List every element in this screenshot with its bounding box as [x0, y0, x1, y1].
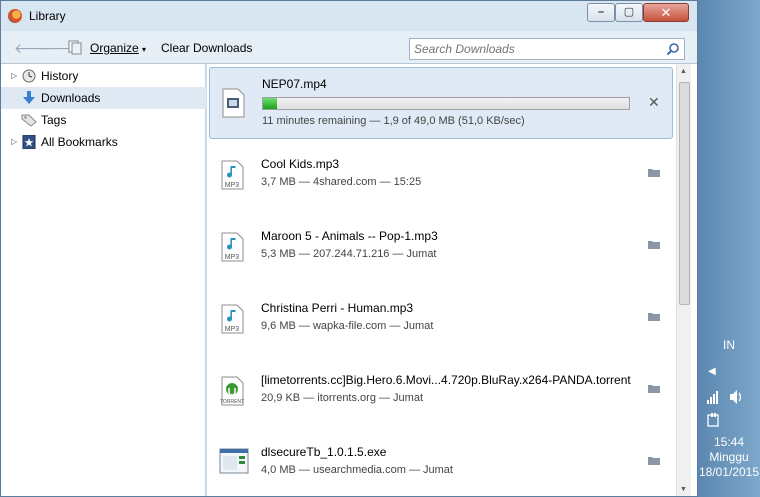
download-progress-fill [263, 98, 278, 109]
sidebar: ▷ History Downloads Tags ▷ All Bookmarks [1, 64, 206, 496]
clock-day: Minggu [709, 450, 749, 464]
sidebar-item-history[interactable]: ▷ History [1, 65, 206, 87]
expand-twisty-icon[interactable]: ▷ [11, 137, 17, 146]
exe-file-icon [219, 448, 249, 474]
svg-text:MP3: MP3 [225, 254, 240, 261]
open-folder-icon[interactable] [648, 168, 660, 177]
sidebar-item-all-bookmarks[interactable]: ▷ All Bookmarks [1, 131, 206, 153]
download-name: NEP07.mp4 [262, 77, 327, 91]
svg-text:TORRENT: TORRENT [220, 399, 244, 405]
library-window: Library – ▢ ✕ 🡐 🡒 Organize ▾ Clear Downl… [0, 0, 698, 497]
organize-icon [68, 40, 82, 55]
expand-twisty-icon[interactable]: ▷ [11, 71, 17, 80]
taskbar: IN ◀ 15:44 Minggu 18/01/2015 [698, 0, 760, 497]
maximize-button[interactable]: ▢ [615, 3, 643, 22]
organize-label: Organize [90, 41, 139, 55]
title-bar[interactable]: Library – ▢ ✕ [1, 1, 697, 31]
sidebar-item-downloads[interactable]: Downloads [1, 87, 206, 109]
open-folder-icon[interactable] [648, 240, 660, 249]
download-status: 4,0 MB — usearchmedia.com — Jumat [261, 464, 453, 476]
show-hidden-icons-icon[interactable]: ◀ [708, 366, 716, 377]
firefox-icon [8, 9, 22, 23]
network-volume-icons[interactable] [706, 388, 756, 406]
clear-downloads-button[interactable]: Clear Downloads [161, 41, 252, 55]
open-folder-icon[interactable] [648, 456, 660, 465]
download-name: Christina Perri - Human.mp3 [261, 301, 414, 315]
download-status: 3,7 MB — 4shared.com — 15:25 [261, 176, 422, 188]
toolbar: 🡐 🡒 Organize ▾ Clear Downloads [1, 31, 697, 64]
cancel-download-icon[interactable]: ✕ [648, 94, 660, 111]
organize-menu-button[interactable]: Organize ▾ [90, 41, 146, 55]
sidebar-item-label: Tags [41, 113, 67, 127]
download-item[interactable]: MP3 Cool Kids.mp3 3,7 MB — 4shared.com —… [209, 148, 673, 220]
minimize-icon: – [597, 6, 605, 18]
download-name: Cool Kids.mp3 [261, 157, 340, 171]
open-folder-icon[interactable] [648, 312, 660, 321]
download-progress-bar [262, 97, 630, 110]
downloads-list: NEP07.mp4 11 minutes remaining — 1,9 of … [207, 64, 697, 496]
bookmarks-star-icon [22, 135, 36, 149]
tag-icon [21, 114, 37, 127]
sidebar-item-label: Downloads [41, 91, 101, 105]
dropdown-arrow-icon: ▾ [142, 45, 147, 54]
download-arrow-icon [23, 91, 35, 104]
mp3-file-icon: MP3 [221, 304, 244, 334]
vertical-scrollbar[interactable]: ▲ ▼ [676, 64, 691, 496]
mp3-file-icon: MP3 [221, 232, 244, 262]
svg-text:MP3: MP3 [225, 326, 240, 333]
close-button[interactable]: ✕ [643, 3, 689, 22]
maximize-icon: ▢ [623, 6, 635, 18]
download-status: 9,6 MB — wapka-file.com — Jumat [261, 320, 434, 332]
clock-time: 15:44 [713, 435, 745, 449]
search-icon[interactable] [666, 42, 680, 56]
download-name: Maroon 5 - Animals -- Pop-1.mp3 [261, 229, 438, 243]
minimize-button[interactable]: – [587, 3, 615, 22]
scroll-down-icon[interactable]: ▼ [680, 486, 687, 493]
action-center-icon[interactable] [706, 412, 722, 428]
download-name: dlsecureTb_1.0.1.5.exe [261, 445, 387, 459]
video-file-icon [222, 88, 245, 118]
torrent-file-icon: TORRENT [220, 376, 244, 406]
mp3-file-icon: MP3 [221, 160, 244, 190]
clock-icon [22, 69, 36, 83]
download-item[interactable]: NEP07.mp4 11 minutes remaining — 1,9 of … [209, 67, 673, 139]
download-item[interactable]: MP3 Maroon 5 - Animals -- Pop-1.mp3 5,3 … [209, 220, 673, 292]
language-indicator[interactable]: IN [698, 338, 760, 352]
download-name: [limetorrents.cc]Big.Hero.6.Movi...4.720… [261, 373, 631, 387]
sidebar-item-label: History [41, 69, 79, 83]
download-status: 20,9 KB — itorrents.org — Jumat [261, 392, 424, 404]
svg-text:MP3: MP3 [225, 182, 240, 189]
scrollbar-thumb[interactable] [679, 82, 690, 305]
clock-date: 18/01/2015 [698, 465, 760, 479]
download-item[interactable]: MP3 Christina Perri - Human.mp3 9,6 MB —… [209, 292, 673, 364]
sidebar-item-tags[interactable]: Tags [1, 109, 206, 131]
download-status: 5,3 MB — 207.244.71.216 — Jumat [261, 248, 437, 260]
download-item[interactable]: TORRENT [limetorrents.cc]Big.Hero.6.Movi… [209, 364, 673, 436]
sidebar-item-label: All Bookmarks [41, 135, 118, 149]
search-box[interactable] [409, 38, 685, 60]
scroll-up-icon[interactable]: ▲ [680, 68, 687, 75]
download-item[interactable]: dlsecureTb_1.0.1.5.exe 4,0 MB — usearchm… [209, 436, 673, 497]
open-folder-icon[interactable] [648, 384, 660, 393]
close-icon: ✕ [660, 5, 672, 20]
download-status: 11 minutes remaining — 1,9 of 49,0 MB (5… [262, 115, 525, 127]
search-input[interactable] [414, 41, 658, 57]
window-title: Library [29, 9, 66, 23]
system-clock[interactable]: 15:44 Minggu 18/01/2015 [698, 435, 760, 480]
